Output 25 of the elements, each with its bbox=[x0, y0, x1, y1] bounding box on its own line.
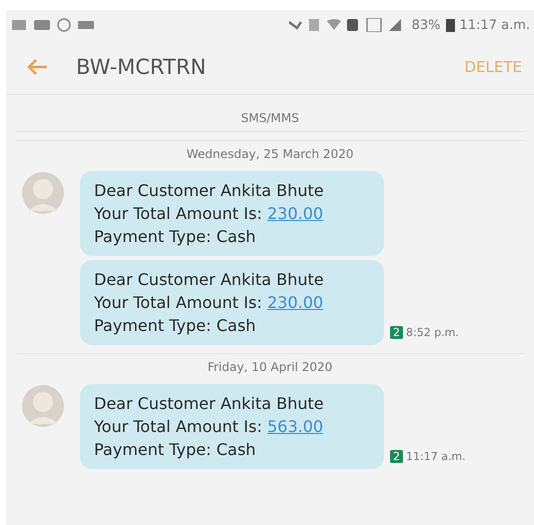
clock: 11:17 a.m. bbox=[460, 18, 530, 32]
battery-icon bbox=[446, 18, 454, 32]
message-text: Payment Type: Cash bbox=[94, 315, 257, 337]
message-text: Payment Type: Cash bbox=[94, 439, 257, 461]
amount-link[interactable]: 563.00 bbox=[267, 417, 324, 436]
message-text: Your Total Amount Is: bbox=[94, 417, 262, 436]
message-text: Your Total Amount Is: bbox=[94, 293, 262, 312]
message-text: Dear Customer Ankita Bhute bbox=[94, 269, 325, 291]
message-text: Dear Customer Ankita Bhute bbox=[94, 393, 325, 415]
message-time: 11:17 a.m. bbox=[406, 450, 466, 463]
battery-percent: 83% bbox=[412, 18, 440, 32]
message-time: 8:52 p.m. bbox=[406, 326, 459, 339]
date-divider: Friday, 10 April 2020 bbox=[208, 360, 332, 374]
sim-badge: 2 bbox=[390, 326, 403, 339]
message-text: Your Total Amount Is: bbox=[94, 204, 262, 223]
channel-label: SMS/MMS bbox=[241, 111, 299, 125]
back-arrow-icon bbox=[26, 58, 48, 76]
amount-link[interactable]: 230.00 bbox=[267, 293, 324, 312]
message-text: Dear Customer Ankita Bhute bbox=[94, 180, 325, 202]
delete-button[interactable]: DELETE bbox=[460, 54, 526, 80]
date-divider: Wednesday, 25 March 2020 bbox=[186, 147, 354, 161]
message-text: Payment Type: Cash bbox=[94, 226, 257, 248]
conversation-title: BW-MCRTRN bbox=[76, 55, 208, 79]
sim-badge: 2 bbox=[390, 450, 403, 463]
amount-link[interactable]: 230.00 bbox=[267, 204, 324, 223]
